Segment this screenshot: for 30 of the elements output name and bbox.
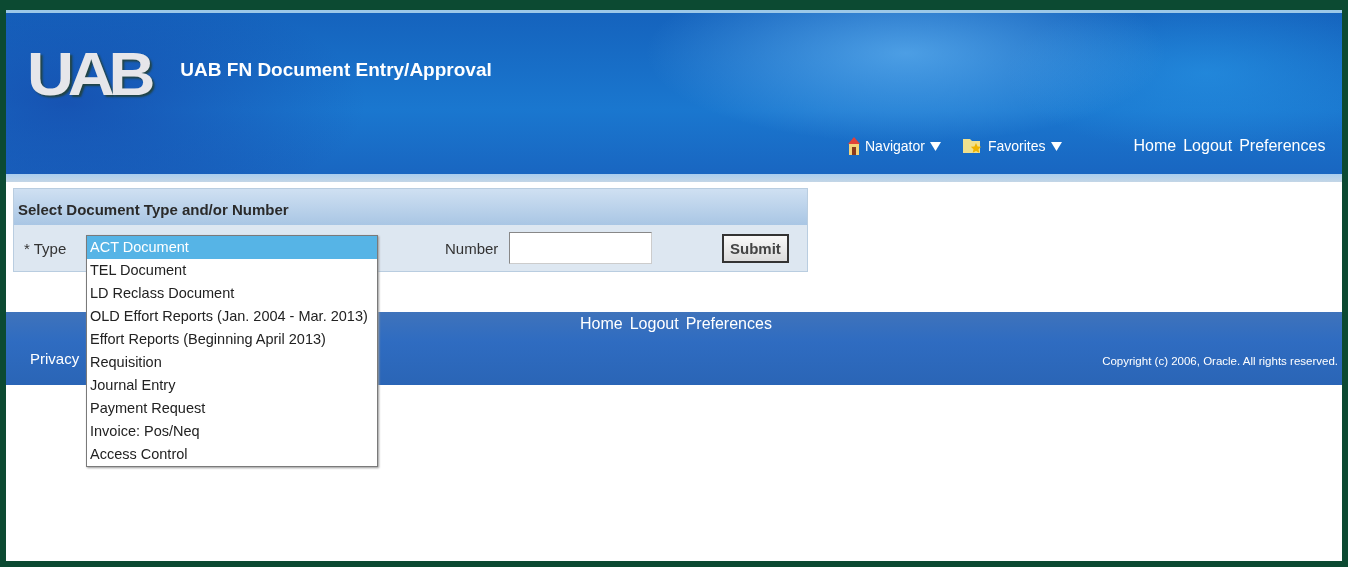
menu-link[interactable]: Favorites xyxy=(987,138,1046,154)
panel-title: Select Document Type and/or Number xyxy=(14,189,807,225)
caret-icon xyxy=(1050,141,1062,151)
house-icon xyxy=(848,137,860,155)
number-field[interactable] xyxy=(509,232,652,264)
dropdown-option[interactable]: TEL Document xyxy=(87,259,377,282)
footer-link[interactable]: Logout xyxy=(629,315,679,333)
dropdown-option[interactable]: Invoice: Pos/Neq xyxy=(87,420,377,443)
dropdown-option[interactable]: Journal Entry xyxy=(87,374,377,397)
number-label: Number xyxy=(445,239,500,257)
dropdown-option[interactable]: Payment Request xyxy=(87,397,377,420)
footer-link[interactable]: Preferences xyxy=(685,315,772,333)
star-folder-icon xyxy=(962,137,983,155)
dropdown-option[interactable]: LD Reclass Document xyxy=(87,282,377,305)
header-link[interactable]: Preferences xyxy=(1239,137,1326,155)
copyright-text: Copyright (c) 2006, Oracle. All rights reserved. xyxy=(1102,355,1338,367)
type-label: * Type xyxy=(24,239,68,257)
footer-link[interactable]: Home xyxy=(580,315,623,333)
dropdown-option[interactable]: OLD Effort Reports (Jan. 2004 - Mar. 2013) xyxy=(87,305,377,328)
caret-icon xyxy=(929,141,941,151)
app-title: UAB FN Document Entry/Approval xyxy=(180,59,492,81)
submit-button[interactable]: Submit xyxy=(722,233,789,263)
logo: UAB xyxy=(27,43,150,105)
dropdown-option[interactable]: Access Control xyxy=(87,443,377,466)
header-link[interactable]: Logout xyxy=(1183,137,1233,155)
dropdown-option[interactable]: Effort Reports (Beginning April 2013) xyxy=(87,328,377,351)
header-link[interactable]: Home xyxy=(1133,137,1177,155)
menu-link[interactable]: Navigator xyxy=(865,138,925,154)
dropdown-option[interactable]: Requisition xyxy=(87,351,377,374)
privacy-link[interactable]: Privacy xyxy=(30,350,80,367)
